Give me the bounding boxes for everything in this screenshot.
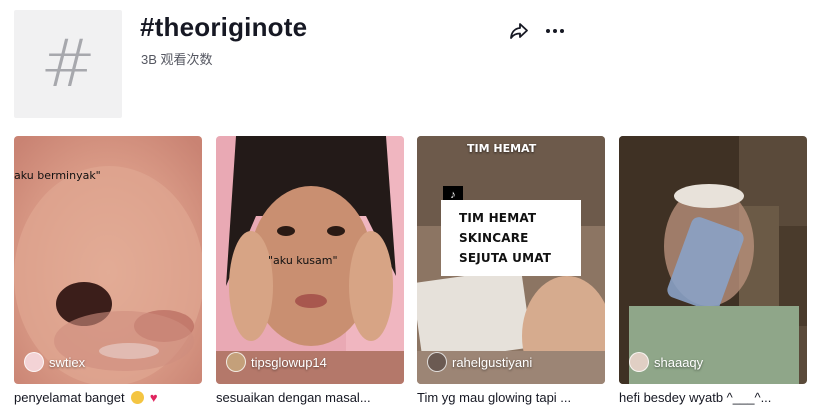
video-top-overlay: TIM HEMAT xyxy=(467,142,537,155)
avatar xyxy=(226,352,246,372)
video-caption[interactable]: hefi besdey wyatb ^___^... xyxy=(619,390,807,406)
video-card[interactable]: "aku kusam" tipsglowup14 sesuaikan denga… xyxy=(216,136,404,406)
share-button[interactable] xyxy=(507,19,531,43)
author-name: shaaaqy xyxy=(654,354,704,370)
page-title: #theoriginote xyxy=(140,12,308,42)
share-icon xyxy=(510,23,528,39)
video-author[interactable]: rahelgustiyani xyxy=(427,352,532,372)
more-icon xyxy=(546,29,564,33)
video-caption[interactable]: sesuaikan dengan masal... xyxy=(216,390,404,406)
heart-icon: ♥ xyxy=(149,390,158,405)
video-card[interactable]: TIM HEMAT ♪ TIM HEMAT SKINCARE SEJUTA UM… xyxy=(417,136,605,406)
video-overlay-text: "aku kusam" xyxy=(268,254,338,267)
video-thumbnail[interactable]: TIM HEMAT ♪ TIM HEMAT SKINCARE SEJUTA UM… xyxy=(417,136,605,384)
video-grid: aku berminyak" swtiex penyelamat banget … xyxy=(14,136,807,406)
author-name: rahelgustiyani xyxy=(452,354,533,370)
more-options-button[interactable] xyxy=(543,19,567,43)
video-author[interactable]: tipsglowup14 xyxy=(226,352,327,372)
avatar xyxy=(24,352,44,372)
video-overlay-text: aku berminyak" xyxy=(14,169,101,182)
thumbnail-image xyxy=(619,136,807,384)
author-name: tipsglowup14 xyxy=(251,354,327,370)
video-thumbnail[interactable]: "aku kusam" tipsglowup14 xyxy=(216,136,404,384)
video-card[interactable]: aku berminyak" swtiex penyelamat banget … xyxy=(14,136,202,406)
author-name: swtiex xyxy=(49,354,86,370)
video-thumbnail[interactable]: aku berminyak" swtiex xyxy=(14,136,202,384)
avatar xyxy=(629,352,649,372)
avatar xyxy=(427,352,447,372)
video-thumbnail[interactable]: shaaaqy xyxy=(619,136,807,384)
view-count: 3B 观看次数 xyxy=(141,52,213,67)
video-author[interactable]: swtiex xyxy=(24,352,85,372)
video-caption[interactable]: Tim yg mau glowing tapi ... xyxy=(417,390,605,406)
video-caption[interactable]: penyelamat banget ♥ xyxy=(14,390,202,406)
video-overlay-box: TIM HEMAT SKINCARE SEJUTA UMAT xyxy=(441,200,581,276)
emoji-face-icon xyxy=(131,391,145,404)
video-card[interactable]: shaaaqy hefi besdey wyatb ^___^... xyxy=(619,136,807,406)
video-author[interactable]: shaaaqy xyxy=(629,352,703,372)
hashtag-icon: # xyxy=(40,25,96,102)
hashtag-cover: # xyxy=(14,10,122,118)
